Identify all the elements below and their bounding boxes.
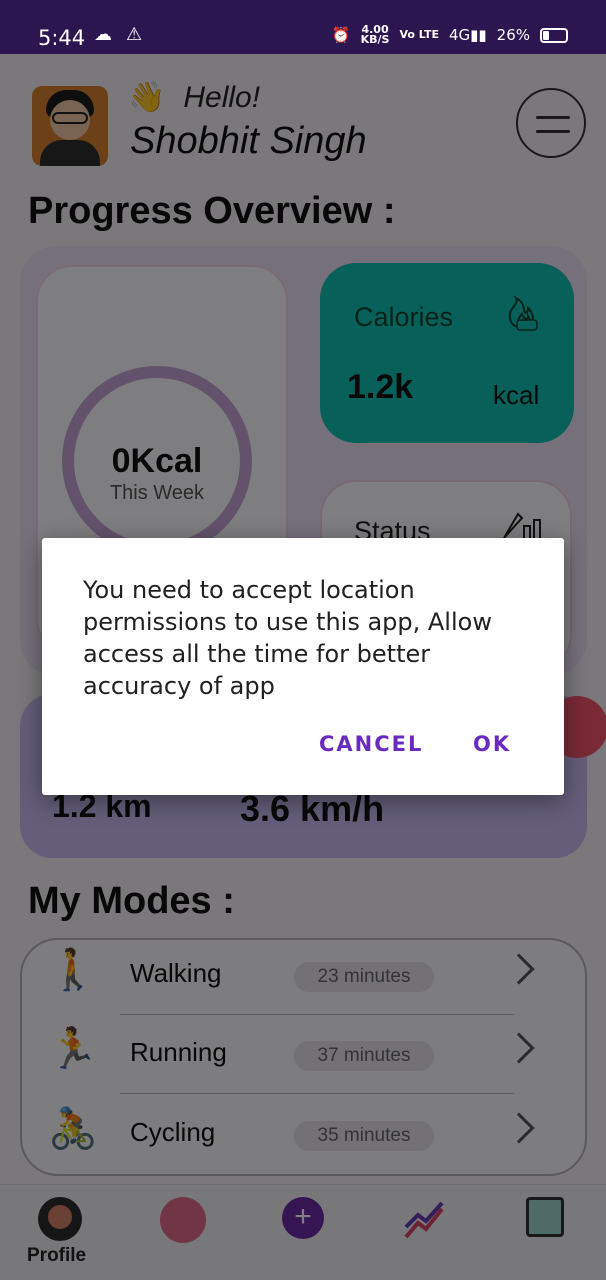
- alarm-icon: ⏰: [331, 26, 351, 44]
- status-bar: 5:44 ☁ ⚠ ⏰ 4.00 KB/S Vo LTE 4G▮▮ 26%: [0, 0, 606, 54]
- status-time: 5:44: [38, 26, 86, 50]
- volte-indicator: Vo LTE: [399, 28, 439, 41]
- notification-icon: ☁: [94, 24, 112, 44]
- network-speed: 4.00 KB/S: [360, 24, 390, 46]
- warning-icon: ⚠: [126, 24, 143, 44]
- battery-icon: [540, 27, 568, 43]
- location-permission-dialog: You need to accept location permissions …: [42, 538, 564, 795]
- battery-percent: 26%: [496, 26, 530, 44]
- signal-label: 4G: [448, 26, 471, 44]
- ok-button[interactable]: OK: [473, 732, 511, 756]
- network-speed-unit: KB/S: [360, 33, 390, 46]
- cancel-button[interactable]: CANCEL: [319, 732, 423, 756]
- dialog-message: You need to accept location permissions …: [83, 576, 492, 700]
- status-right-group: ⏰ 4.00 KB/S Vo LTE 4G▮▮ 26%: [331, 24, 568, 46]
- signal-icon: 4G▮▮: [448, 26, 487, 44]
